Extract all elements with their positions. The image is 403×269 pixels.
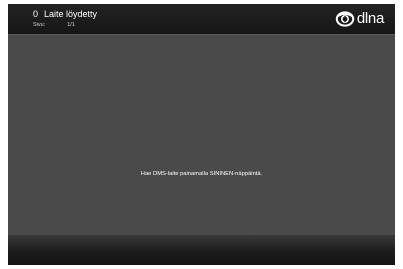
search-hint: Hae DMS-laite painamalla SININEN-näppäin… (140, 171, 263, 177)
footer-bar (8, 235, 395, 265)
dlna-logo: dlna (335, 8, 384, 28)
header-bar: 0 Laite löydetty Sivu: 1/1 dlna (8, 4, 395, 35)
page-value: 1/1 (67, 22, 75, 28)
device-count: 0 (33, 9, 39, 19)
device-list-area: Hae DMS-laite painamalla SININEN-näppäin… (8, 35, 395, 233)
page-title: Laite löydetty (44, 9, 98, 19)
page-indicator: Sivu: 1/1 (33, 22, 75, 28)
tv-screen: 0 Laite löydetty Sivu: 1/1 dlna Hae DMS-la… (8, 4, 395, 265)
title-row: 0 Laite löydetty (33, 9, 97, 19)
dlna-logo-icon (335, 10, 355, 27)
page-label: Sivu: (33, 22, 46, 28)
dlna-logo-text: dlna (356, 9, 384, 27)
